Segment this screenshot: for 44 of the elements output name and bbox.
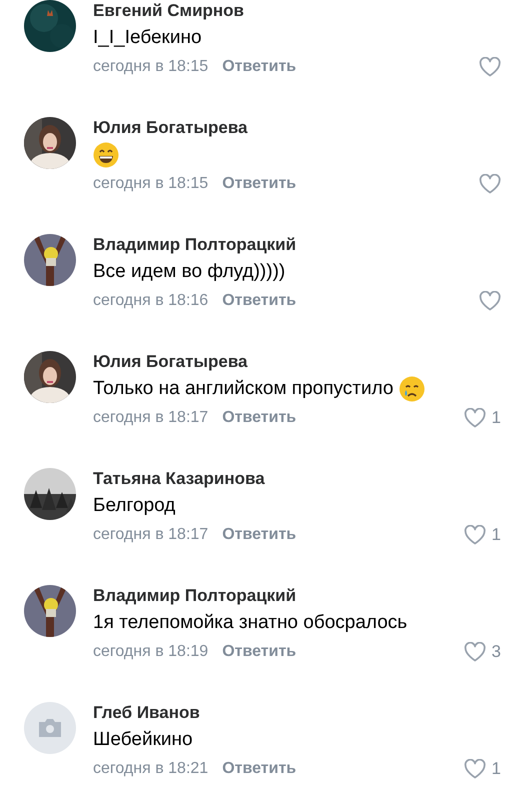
comment-time: сегодня в 18:16 bbox=[93, 292, 208, 310]
comment-text: Шебейкино bbox=[93, 728, 193, 752]
author-name: Владимир Полторацкий bbox=[93, 234, 296, 256]
like-button[interactable]: 1 bbox=[464, 525, 501, 545]
comment-text: 1я телепомойка знатно обосралось bbox=[93, 610, 408, 634]
comment-time: сегодня в 18:19 bbox=[93, 643, 208, 661]
reply-link[interactable]: Ответить bbox=[222, 292, 296, 310]
reply-link[interactable]: Ответить bbox=[222, 58, 296, 76]
like-button[interactable]: 1 bbox=[464, 759, 501, 779]
heart-icon bbox=[464, 408, 486, 428]
reply-link[interactable]: Ответить bbox=[222, 526, 296, 544]
comment-text: Только на английском пропустило bbox=[93, 376, 394, 400]
comment-text: Белгород bbox=[93, 494, 176, 518]
heart-icon bbox=[479, 57, 501, 77]
heart-icon bbox=[464, 525, 486, 545]
reply-link[interactable]: Ответить bbox=[222, 760, 296, 778]
author-name: Татьяна Казаринова bbox=[93, 468, 265, 490]
comment-text: I_I_Iебекино bbox=[93, 26, 202, 50]
heart-icon bbox=[479, 174, 501, 194]
heart-icon bbox=[479, 291, 501, 311]
grinning-emoji-icon bbox=[93, 142, 119, 168]
comment-time: сегодня в 18:21 bbox=[93, 760, 208, 778]
like-button[interactable] bbox=[479, 174, 501, 194]
heart-icon bbox=[464, 759, 486, 779]
author-name: Глеб Иванов bbox=[93, 702, 200, 724]
author-name: Евгений Смирнов bbox=[93, 0, 244, 22]
author-name: Юлия Богатырева bbox=[93, 351, 248, 373]
reply-link[interactable]: Ответить bbox=[222, 409, 296, 427]
like-button[interactable] bbox=[479, 57, 501, 77]
reply-link[interactable]: Ответить bbox=[222, 643, 296, 661]
comment-time: сегодня в 18:15 bbox=[93, 175, 208, 193]
camera-icon bbox=[37, 718, 63, 738]
comment-text: Все идем во флуд))))) bbox=[93, 260, 286, 284]
like-button[interactable]: 3 bbox=[464, 642, 501, 662]
author-name: Владимир Полторацкий bbox=[93, 585, 296, 607]
like-button[interactable] bbox=[479, 291, 501, 311]
crying-emoji-icon bbox=[399, 376, 426, 402]
comment-time: сегодня в 18:17 bbox=[93, 409, 208, 427]
like-button[interactable]: 1 bbox=[464, 408, 501, 428]
comment-time: сегодня в 18:15 bbox=[93, 58, 208, 76]
heart-icon bbox=[464, 642, 486, 662]
reply-link[interactable]: Ответить bbox=[222, 175, 296, 193]
comment-time: сегодня в 18:17 bbox=[93, 526, 208, 544]
author-name: Юлия Богатырева bbox=[93, 117, 248, 139]
